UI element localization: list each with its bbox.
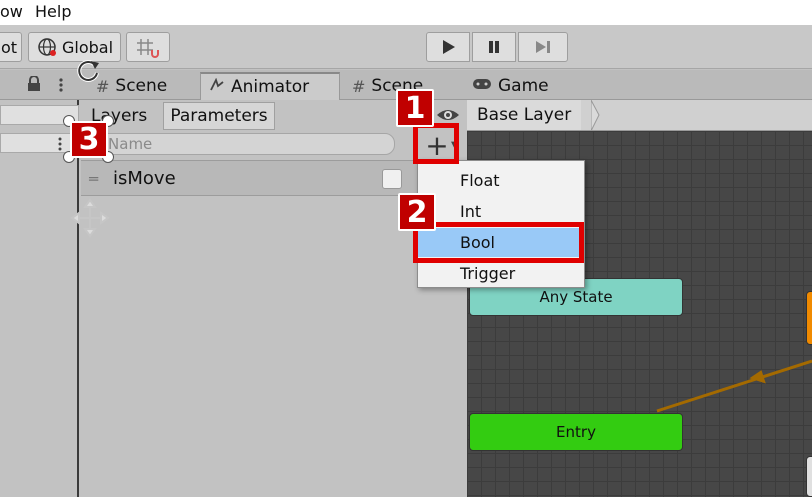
parameter-name: isMove [113, 168, 176, 189]
tab-scene[interactable]: # Scene [88, 72, 198, 100]
rotate-cursor-icon [75, 57, 103, 89]
toolbar: ot Global [0, 25, 812, 69]
tab-parameters[interactable]: Parameters [163, 102, 275, 130]
breadcrumb-base-layer[interactable]: Base Layer [467, 100, 582, 130]
tab-game[interactable]: Game [464, 72, 574, 100]
play-button[interactable] [426, 32, 470, 62]
breadcrumb-arrow-icon [591, 100, 600, 131]
dropdown-item-trigger[interactable]: Trigger [418, 259, 584, 288]
menu-bar: ow Help [0, 0, 812, 25]
gamepad-icon [472, 76, 492, 96]
breadcrumb: Base Layer [467, 100, 812, 131]
step-icon [536, 41, 550, 53]
left-row[interactable] [0, 133, 79, 153]
dropdown-item-float[interactable]: Float [418, 166, 584, 195]
pivot-button[interactable]: ot [0, 32, 22, 62]
step-badge-3: 3 [70, 121, 108, 158]
play-icon [443, 40, 455, 54]
animator-icon [209, 77, 225, 97]
tab-animator[interactable]: Animator [200, 72, 340, 100]
step-badge-1: 1 [396, 89, 434, 127]
highlight-add-button [413, 123, 459, 164]
row-menu-icon[interactable] [56, 136, 64, 155]
lock-icon[interactable] [27, 75, 41, 96]
drag-handle-icon[interactable]: ═ [89, 170, 98, 188]
state-node-partial[interactable] [806, 291, 812, 345]
step-button[interactable] [518, 32, 568, 62]
move-cursor-icon [70, 198, 110, 242]
step-badge-2: 2 [398, 193, 436, 231]
pause-icon [489, 41, 499, 53]
globe-icon [38, 38, 56, 56]
entry-node[interactable]: Entry [469, 413, 683, 451]
parameter-bool-checkbox[interactable] [382, 169, 402, 189]
panel-menu-icon[interactable] [55, 77, 67, 96]
grid-snap-icon [137, 39, 159, 58]
parameter-search-input[interactable]: ▾ Name [87, 133, 395, 155]
parameter-row[interactable]: ═ isMove [81, 160, 467, 196]
grid-snap-button[interactable] [126, 32, 170, 62]
scene-icon: # [352, 76, 366, 96]
pause-button[interactable] [472, 32, 516, 62]
highlight-bool-item [413, 222, 584, 263]
menu-help[interactable]: Help [35, 2, 71, 21]
animator-parameters-panel: Layers Parameters ▾ Name + ▼ ═ isMove [81, 100, 467, 497]
state-node-partial-2[interactable] [806, 456, 812, 497]
menu-window[interactable]: ow [0, 2, 23, 21]
